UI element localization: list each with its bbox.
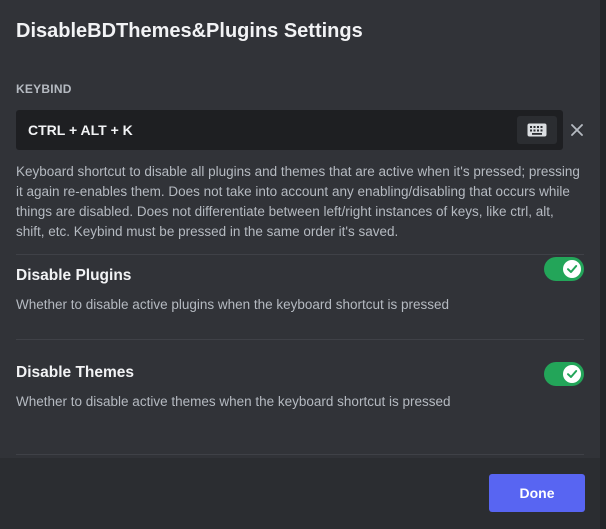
modal-footer: Done <box>0 458 600 529</box>
modal-title: DisableBDThemes&Plugins Settings <box>16 20 363 42</box>
setting-description: Whether to disable active themes when th… <box>16 394 451 409</box>
done-button[interactable]: Done <box>489 474 585 512</box>
clear-keybind-button[interactable] <box>568 120 586 140</box>
setting-description: Whether to disable active plugins when t… <box>16 297 449 312</box>
settings-modal: DisableBDThemes&Plugins Settings KEYBIND… <box>0 0 601 529</box>
toggle-knob <box>563 260 581 278</box>
divider <box>16 454 584 455</box>
check-icon <box>567 265 578 273</box>
keybind-input[interactable]: CTRL + ALT + K <box>16 110 563 150</box>
close-icon <box>571 124 583 136</box>
background-edge <box>600 0 606 529</box>
setting-disable-themes: Disable Themes Whether to disable active… <box>16 340 584 434</box>
modal-content: KEYBIND CTRL + ALT + K Keyboard shortcut… <box>16 78 584 455</box>
record-keybind-button[interactable] <box>517 116 557 144</box>
disable-themes-toggle[interactable] <box>544 362 584 386</box>
keybind-description: Keyboard shortcut to disable all plugins… <box>16 164 580 239</box>
disable-plugins-toggle[interactable] <box>544 257 584 281</box>
keybind-row: CTRL + ALT + K <box>16 110 584 150</box>
keyboard-icon <box>527 123 547 137</box>
setting-disable-plugins: Disable Plugins Whether to disable activ… <box>16 255 584 329</box>
keybind-value: CTRL + ALT + K <box>28 122 133 138</box>
toggle-knob <box>563 365 581 383</box>
check-icon <box>567 370 578 378</box>
keybind-section-label: KEYBIND <box>16 82 72 96</box>
setting-title: Disable Themes <box>16 364 135 381</box>
setting-title: Disable Plugins <box>16 267 132 284</box>
